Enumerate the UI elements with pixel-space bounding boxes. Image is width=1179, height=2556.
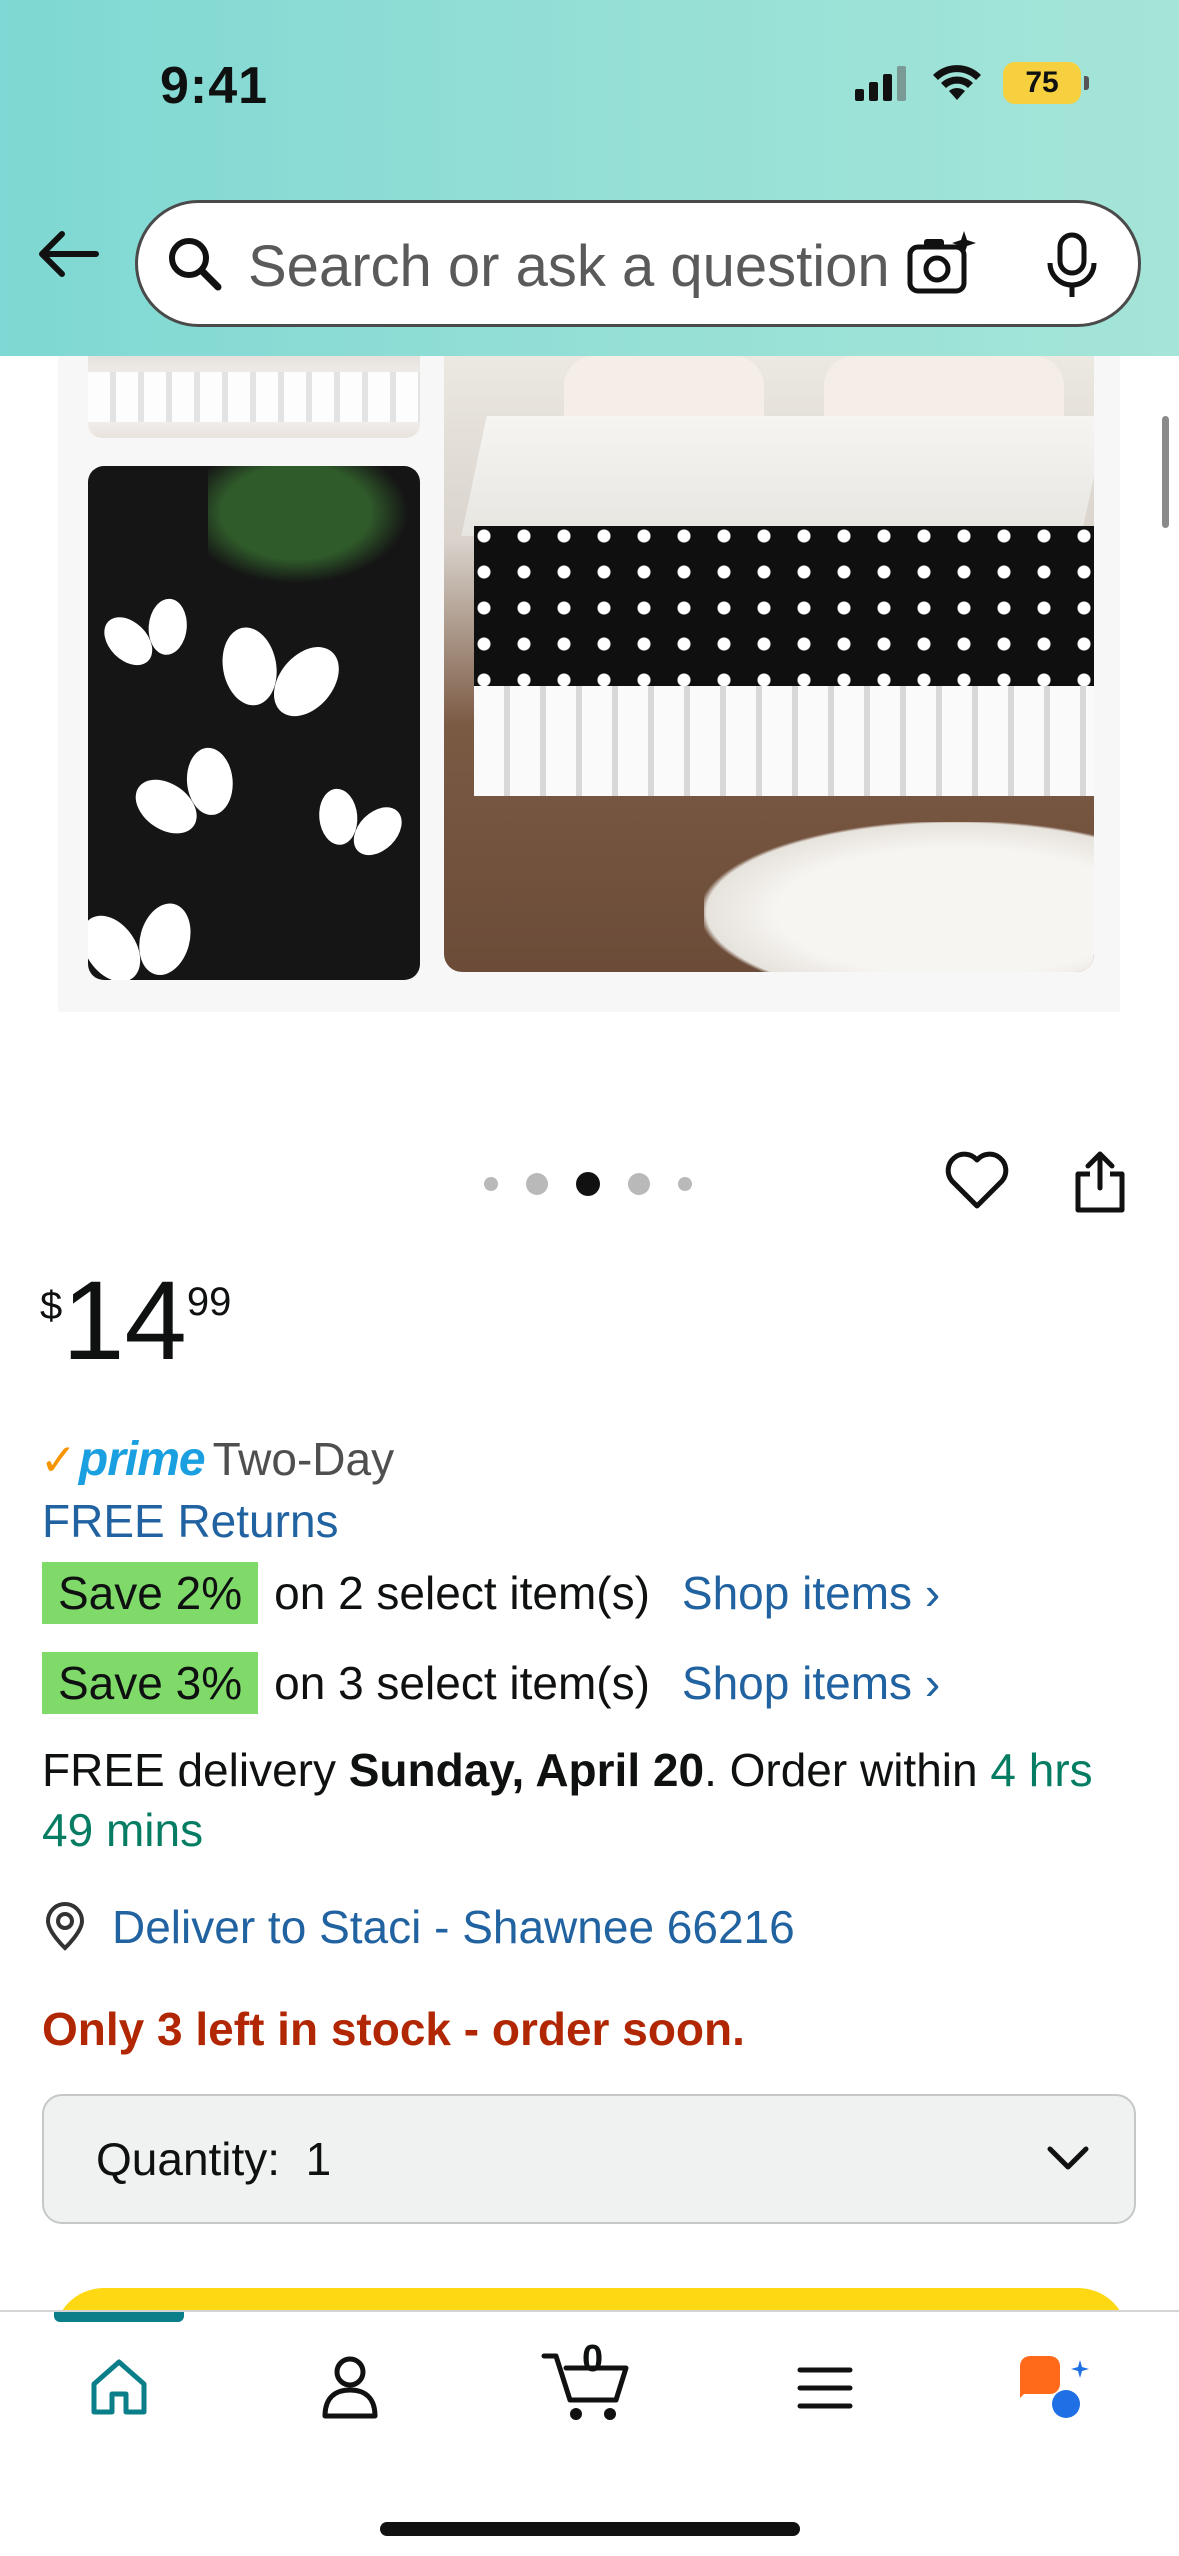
stock-warning: Only 3 left in stock - order soon. [42,2003,745,2055]
chevron-down-icon [1047,2146,1089,2170]
wifi-icon [933,65,981,100]
carousel-dot-active[interactable] [576,1172,600,1196]
search-icon [169,238,222,291]
quantity-selector[interactable]: Quantity: 1 [42,2094,1136,2224]
shop-items-link[interactable]: Shop items › [682,1656,940,1710]
rufus-ai-assistant-icon[interactable] [1014,2354,1094,2424]
cart-count: 0 [582,2338,604,2380]
home-indicator [380,2522,800,2536]
heart-icon[interactable] [944,1150,1010,1212]
bottom-tab-bar: 0 [0,2310,1179,2556]
product-price: $ 14 99 [40,1258,232,1383]
promotion-text: on 2 select item(s) [274,1567,650,1619]
delivery-middle: . Order within [704,1744,991,1796]
menu-icon[interactable] [796,2364,854,2412]
camera-search-icon[interactable] [906,229,978,299]
delivery-info: FREE delivery Sunday, April 20. Order wi… [42,1740,1122,1860]
quantity-value: 1 [305,2133,332,2185]
search-input[interactable]: Search or ask a question [248,233,968,300]
thumbnail-fabric-pattern[interactable] [88,466,420,980]
price-currency: $ [40,1284,63,1328]
account-icon[interactable] [320,2354,380,2420]
location-pin-icon [45,1902,85,1951]
free-returns-link[interactable]: FREE Returns [42,1494,339,1548]
shop-items-link[interactable]: Shop items › [682,1566,940,1620]
prime-badge: ✓ prime Two-Day [40,1432,394,1487]
thumbnail-bed-skirt-white[interactable] [88,356,420,438]
promotion-text: on 3 select item(s) [274,1657,650,1709]
prime-check-icon: ✓ [40,1436,77,1485]
deliver-to-location[interactable]: Deliver to Staci - Shawnee 66216 [40,1900,795,1954]
price-cents: 99 [186,1280,232,1324]
status-icons: 75 [855,62,1089,104]
scroll-indicator [1162,416,1169,528]
deliver-to-text[interactable]: Deliver to Staci - Shawnee 66216 [112,1900,795,1954]
status-time: 9:41 [160,57,269,115]
delivery-date: Sunday, April 20 [348,1744,705,1796]
save-badge: Save 2% [42,1562,259,1624]
carousel-dot[interactable] [526,1173,548,1195]
microphone-icon[interactable] [1044,231,1100,301]
back-arrow-icon[interactable] [34,228,100,280]
carousel-dot[interactable] [628,1173,650,1195]
prime-logo: prime [78,1433,206,1486]
promotion-row: Save 2% on 2 select item(s) Shop items › [42,1562,940,1624]
quantity-label: Quantity: 1 [96,2133,332,2185]
search-bar[interactable]: Search or ask a question [135,200,1141,327]
price-whole: 14 [62,1258,187,1383]
save-badge: Save 3% [42,1652,259,1714]
cart-button[interactable]: 0 [540,2338,634,2424]
delivery-prefix: FREE delivery [42,1744,349,1796]
main-product-image[interactable] [444,356,1094,972]
promotion-row: Save 3% on 3 select item(s) Shop items › [42,1652,940,1714]
home-icon[interactable] [88,2356,150,2418]
product-image-gallery[interactable] [58,356,1120,1012]
cellular-signal-icon [855,66,906,101]
prime-shipping-speed: Two-Day [212,1433,395,1485]
carousel-dots [484,1172,692,1196]
battery-indicator: 75 [1003,62,1089,104]
carousel-dot[interactable] [484,1177,498,1191]
top-header: 9:41 75 Search or ask a question [0,0,1179,356]
carousel-dot[interactable] [678,1177,692,1191]
share-icon[interactable] [1072,1148,1128,1214]
active-tab-indicator [54,2312,184,2322]
